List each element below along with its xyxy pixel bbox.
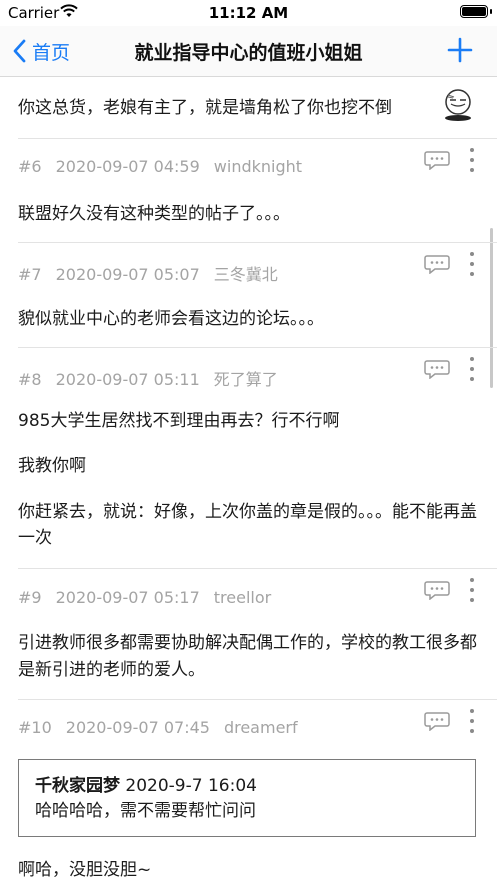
divider bbox=[18, 242, 497, 243]
more-vertical-icon[interactable] bbox=[468, 355, 476, 383]
divider bbox=[18, 347, 497, 348]
post-time: 2020-09-07 05:17 bbox=[55, 588, 200, 607]
post-meta: #10 2020-09-07 07:45 dreamerf bbox=[18, 718, 312, 737]
post-floor: #9 bbox=[18, 588, 42, 607]
quote-header: 千秋家园梦 2020-9-7 16:04 bbox=[35, 774, 459, 798]
more-vertical-icon[interactable] bbox=[468, 146, 476, 174]
status-bar: Carrier 11:12 AM bbox=[0, 0, 497, 26]
quote-date: 2020-9-7 16:04 bbox=[125, 776, 257, 796]
post-time: 2020-09-07 04:59 bbox=[55, 157, 200, 176]
post-meta: #8 2020-09-07 05:11 死了算了 bbox=[18, 366, 292, 390]
post-text: 引进教师很多都需要协助解决配偶工作的，学校的教工很多都是新引进的老师的爱人。 bbox=[18, 633, 477, 680]
post-meta: #6 2020-09-07 04:59 windknight bbox=[18, 157, 316, 176]
post-text: 貌似就业中心的老师会看这边的论坛。。。 bbox=[18, 309, 324, 329]
post-body: 联盟好久没有这种类型的帖子了。。。 bbox=[18, 202, 480, 227]
post-floor: #6 bbox=[18, 157, 42, 176]
clock: 11:12 AM bbox=[208, 4, 289, 22]
post-text: 联盟好久没有这种类型的帖子了。。。 bbox=[18, 204, 290, 224]
post-body: 你这总货，老娘有主了，就是墙角松了你也挖不倒 bbox=[18, 96, 480, 121]
quote-block: 千秋家园梦 2020-9-7 16:04 哈哈哈哈，需不需要帮忙问问 bbox=[18, 759, 476, 837]
more-vertical-icon[interactable] bbox=[468, 250, 476, 278]
post-floor: #7 bbox=[18, 265, 42, 284]
post-body: 貌似就业中心的老师会看这边的论坛。。。 bbox=[18, 307, 480, 332]
comment-bubble-icon[interactable] bbox=[424, 254, 450, 274]
post-text: 你这总货，老娘有主了，就是墙角松了你也挖不倒 bbox=[18, 98, 392, 118]
more-vertical-icon[interactable] bbox=[468, 707, 476, 735]
post-body: 985大学生居然找不到理由再去？行不行啊 bbox=[18, 409, 480, 434]
post-text: 985大学生居然找不到理由再去？行不行啊 bbox=[18, 411, 340, 431]
post-user[interactable]: 死了算了 bbox=[214, 370, 278, 389]
post-floor: #10 bbox=[18, 718, 52, 737]
navigation-bar: 首页 就业指导中心的值班小姐姐 bbox=[0, 26, 497, 77]
post-time: 2020-09-07 05:11 bbox=[55, 370, 200, 389]
scrollbar[interactable] bbox=[490, 228, 493, 388]
post-time: 2020-09-07 07:45 bbox=[65, 718, 210, 737]
post-user[interactable]: windknight bbox=[214, 157, 302, 176]
post-meta: #7 2020-09-07 05:07 三冬冀北 bbox=[18, 261, 292, 285]
post-text: 你赶紧去，就说：好像，上次你盖的章是假的。。。能不能再盖一次 bbox=[18, 502, 477, 548]
quote-text: 哈哈哈哈，需不需要帮忙问问 bbox=[35, 801, 256, 821]
comment-bubble-icon[interactable] bbox=[424, 711, 450, 731]
post-body: 引进教师很多都需要协助解决配偶工作的，学校的教工很多都是新引进的老师的爱人。 bbox=[18, 630, 480, 684]
post-body: 我教你啊 bbox=[18, 454, 480, 479]
page-title: 就业指导中心的值班小姐姐 bbox=[134, 42, 363, 64]
post-text: 啊哈，没胆没胆~ bbox=[18, 860, 152, 880]
comment-bubble-icon[interactable] bbox=[424, 359, 450, 379]
post-time: 2020-09-07 05:07 bbox=[55, 265, 200, 284]
battery-icon bbox=[460, 5, 492, 18]
divider bbox=[18, 568, 497, 569]
sleepy-face-icon bbox=[445, 89, 471, 121]
quote-author[interactable]: 千秋家园梦 bbox=[35, 776, 120, 796]
divider bbox=[18, 138, 497, 139]
post-meta: #9 2020-09-07 05:17 treellor bbox=[18, 588, 285, 607]
comment-bubble-icon[interactable] bbox=[424, 150, 450, 170]
post-body: 啊哈，没胆没胆~ bbox=[18, 858, 480, 883]
comment-bubble-icon[interactable] bbox=[424, 580, 450, 600]
more-vertical-icon[interactable] bbox=[468, 576, 476, 604]
post-user[interactable]: treellor bbox=[214, 588, 271, 607]
post-body: 你赶紧去，就说：好像，上次你盖的章是假的。。。能不能再盖一次 bbox=[18, 499, 480, 551]
post-user[interactable]: dreamerf bbox=[224, 718, 298, 737]
plus-icon[interactable] bbox=[446, 36, 474, 64]
post-user[interactable]: 三冬冀北 bbox=[214, 265, 278, 284]
post-text: 我教你啊 bbox=[18, 456, 86, 476]
post-floor: #8 bbox=[18, 370, 42, 389]
divider bbox=[18, 699, 497, 700]
